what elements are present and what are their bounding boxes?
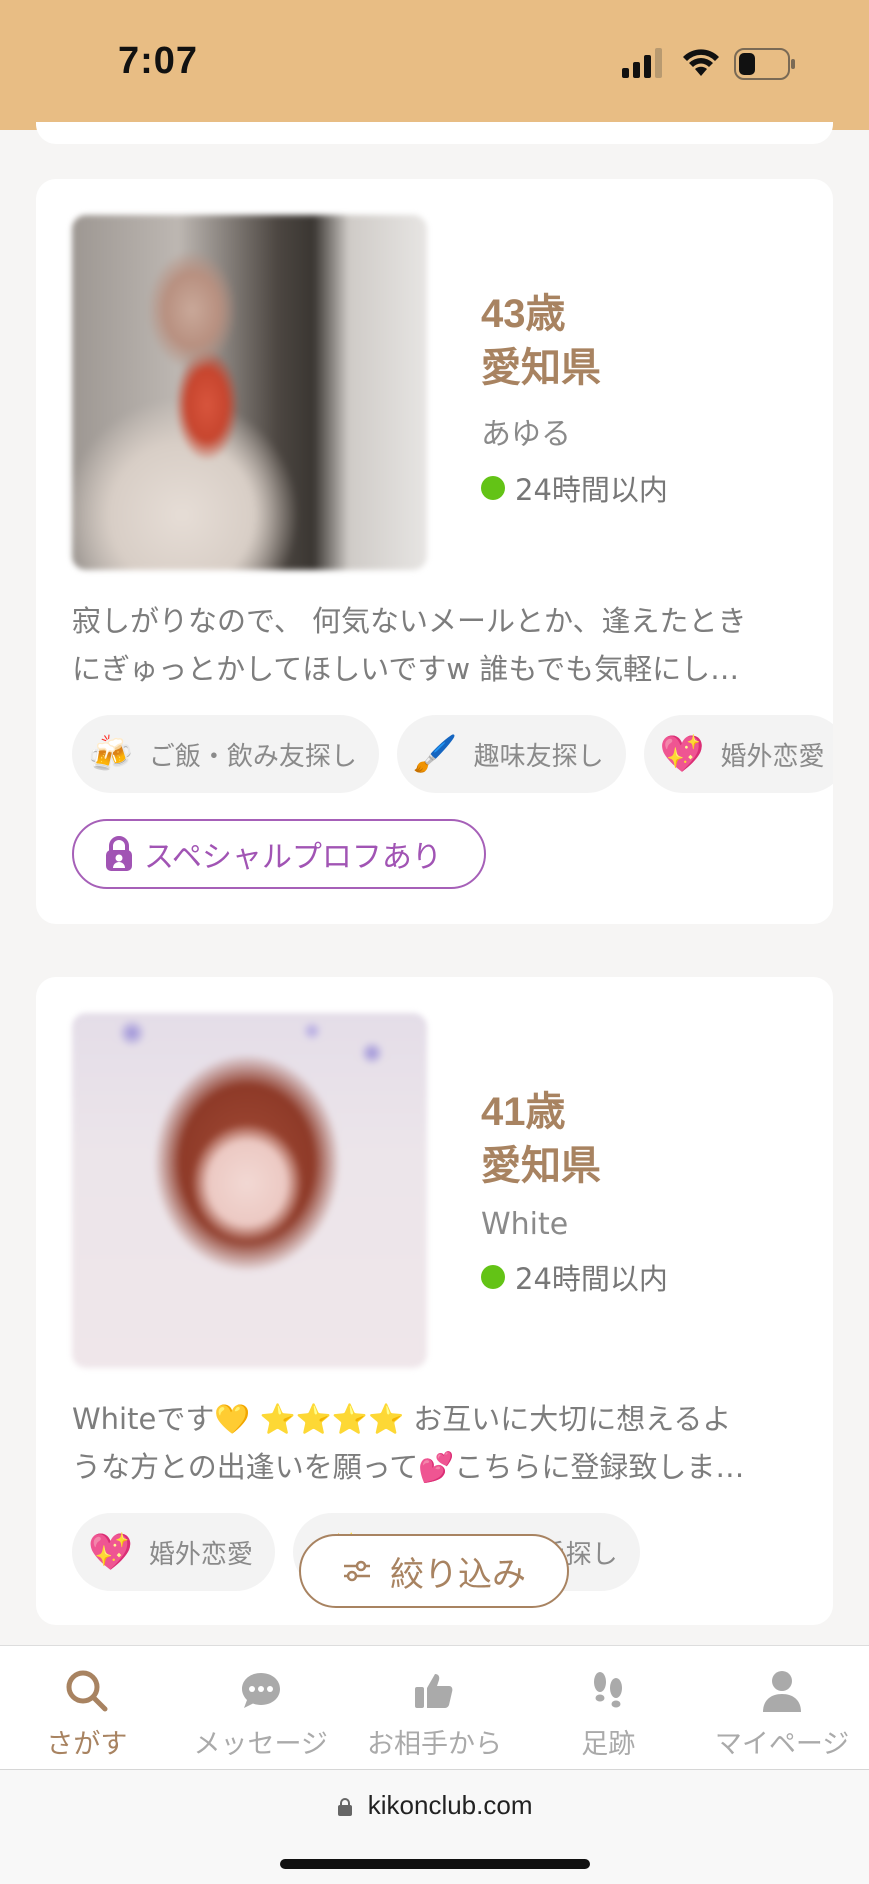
profile-photo[interactable] [72,1013,427,1368]
profile-info: 41歳 愛知県 White 24時間以内 [481,1085,668,1298]
profile-info: 43歳 愛知県 あゆる 24時間以内 [481,287,668,509]
purpose-tag: 💖 婚外恋愛 [643,715,833,793]
profile-nickname: あゆる [481,417,571,452]
profile-age: 41歳 [481,1090,566,1134]
purpose-tag: 🖌️ 趣味友探し [396,715,626,793]
online-dot-icon [481,476,505,500]
special-profile-label: スペシャルプロフあり [144,840,442,875]
status-bar: 7:07 [0,0,869,130]
profile-age: 43歳 [481,292,566,336]
home-indicator [280,1859,590,1869]
profile-nickname: White [481,1207,569,1242]
online-status-text: 24時間以内 [515,1262,668,1296]
sliders-icon [344,1560,370,1582]
nav-label: メッセージ [193,1729,328,1760]
lock-icon [106,836,132,871]
thumbs-up-icon [415,1674,453,1708]
tag-label: ご飯・飲み友探し [148,741,357,772]
sparkling-heart-icon: 💖 [88,1532,133,1573]
profile-photo[interactable] [72,215,427,570]
nav-item-messages[interactable]: メッセージ [174,1646,348,1769]
lock-icon [337,1798,352,1817]
bottom-nav: さがす メッセージ お相手から 足跡 マイページ [0,1645,869,1769]
previous-card-edge [36,122,833,144]
nav-label: 足跡 [581,1729,636,1760]
sparkling-heart-icon: 💖 [659,734,705,775]
profile-card[interactable]: 41歳 愛知県 White 24時間以内 Whiteです💛 ⭐⭐⭐⭐ お互いに大… [36,977,833,1625]
signal-icon [622,48,662,78]
purpose-tag: 🍻 ご飯・飲み友探し [72,715,379,793]
url-text: kikonclub.com [367,1790,533,1820]
profile-prefecture: 愛知県 [481,1144,601,1188]
footprints-icon [594,1672,623,1708]
online-dot-icon [481,1265,505,1289]
filter-button[interactable]: 絞り込み [299,1534,569,1608]
purpose-tags: 🍻 ご飯・飲み友探し 🖌️ 趣味友探し 💖 婚外恋愛 [72,715,833,793]
purpose-tag: 💖 婚外恋愛 [72,1513,275,1591]
tag-label: 婚外恋愛 [148,1539,253,1570]
wifi-icon [683,49,719,76]
search-icon [66,1670,108,1712]
nav-label: マイページ [714,1729,850,1760]
profile-prefecture: 愛知県 [481,346,601,390]
filter-button-label: 絞り込み [390,1554,526,1595]
nav-item-likes[interactable]: お相手から [348,1646,522,1769]
online-status-text: 24時間以内 [515,473,668,507]
online-status: 24時間以内 [481,467,668,509]
tag-label: 趣味友探し [473,741,604,772]
online-status: 24時間以内 [481,1256,668,1298]
nav-item-footprints[interactable]: 足跡 [521,1646,695,1769]
person-icon [763,1671,802,1712]
chat-icon [241,1673,280,1708]
status-time: 7:07 [118,40,199,82]
nav-label: さがす [46,1729,128,1760]
browser-url-bar: kikonclub.com [0,1769,869,1884]
url-display[interactable]: kikonclub.com [0,1790,869,1821]
profile-bio: 寂しがりなので、 何気ないメールとか、逢えたとき にぎゅっとかしてほしいですw … [72,604,747,686]
special-profile-badge[interactable]: スペシャルプロフあり [72,819,486,889]
profile-card[interactable]: 43歳 愛知県 あゆる 24時間以内 寂しがりなので、 何気ないメールとか、逢え… [36,179,833,924]
profile-bio: Whiteです💛 ⭐⭐⭐⭐ お互いに大切に想えるよ うな方との出逢いを願って💕こ… [72,1402,745,1484]
tag-label: 婚外恋愛 [720,741,825,772]
nav-label: お相手から [366,1729,502,1760]
beer-mugs-icon: 🍻 [88,734,133,775]
nav-item-search[interactable]: さがす [0,1646,174,1769]
battery-icon [734,48,795,80]
nav-item-mypage[interactable]: マイページ [695,1646,869,1769]
paintbrush-icon: 🖌️ [412,734,458,775]
